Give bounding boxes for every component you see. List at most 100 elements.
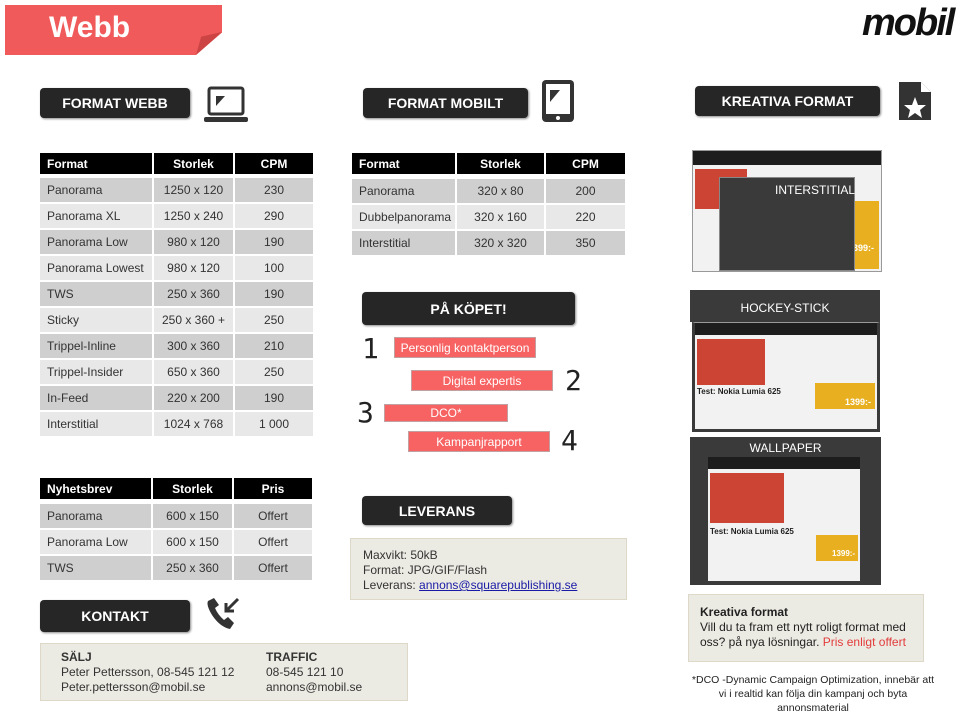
table-cell: Sticky — [40, 308, 152, 332]
table-cell: 190 — [235, 386, 313, 410]
table-cell: 320 x 160 — [457, 205, 544, 229]
table-cell: 650 x 360 — [154, 360, 233, 384]
table-cell: 210 — [235, 334, 313, 358]
table-cell: Panorama — [352, 179, 455, 203]
kontakt-heading: KONTAKT — [40, 600, 190, 632]
wallpaper-preview: WALLPAPER Test: Nokia Lumia 625 1399:- — [690, 437, 881, 585]
table-cell: 220 — [546, 205, 625, 229]
traffic-email[interactable]: annons@mobil.se — [266, 680, 362, 695]
contact-info: SÄLJ Peter Pettersson, 08-545 121 12 Pet… — [40, 643, 408, 701]
table-cell: 250 — [235, 360, 313, 384]
table-cell: In-Feed — [40, 386, 152, 410]
table-cell: Panorama — [40, 178, 152, 202]
table-cell: Panorama Lowest — [40, 256, 152, 280]
table-cell: 250 x 360 — [153, 556, 232, 580]
dco-footnote: *DCO -Dynamic Campaign Optimization, inn… — [691, 674, 935, 714]
sales-phone: Peter Pettersson, 08-545 121 12 — [61, 665, 235, 679]
table-cell: 980 x 120 — [154, 230, 233, 254]
table-row: Panorama 320 x 80 200 — [352, 179, 625, 203]
price-tag: 1399:- — [845, 397, 872, 407]
table-cell: 290 — [235, 204, 313, 228]
newsletter-rows: Panorama 600 x 150 Offert Panorama Low 600 x… — [38, 502, 314, 582]
table-cell: 250 x 360 — [154, 282, 233, 306]
col-header: CPM — [235, 153, 313, 174]
table-cell: Interstitial — [40, 412, 152, 436]
col-header: Storlek — [153, 478, 232, 499]
pa-kopet-heading: PÅ KÖPET! — [362, 292, 575, 325]
rgb-circles-icon — [540, 493, 573, 525]
col-header: Storlek — [154, 153, 233, 174]
table-cell: 980 x 120 — [154, 256, 233, 280]
table-cell: 250 — [235, 308, 313, 332]
extra-item: Kampanjrapport — [408, 431, 550, 452]
mobile-format-rows: Panorama 320 x 80 200 Dubbelpanorama 320 x 1… — [350, 177, 627, 257]
leverans-heading: LEVERANS — [362, 496, 512, 525]
col-header: Storlek — [457, 153, 544, 174]
table-cell: 320 x 320 — [457, 231, 544, 255]
tablet-icon — [542, 80, 574, 122]
table-cell: 200 — [546, 179, 625, 203]
table-cell: Offert — [234, 504, 312, 528]
phone-incoming-icon — [207, 597, 240, 629]
table-cell: 600 x 150 — [153, 504, 232, 528]
creative-info: Kreativa format Vill du ta fram ett nytt… — [688, 594, 924, 662]
sales-email[interactable]: Peter.pettersson@mobil.se — [61, 680, 234, 695]
creative-info-title: Kreativa format — [700, 605, 789, 619]
extra-number: 4 — [561, 424, 578, 457]
table-row: Panorama 1250 x 120 230 — [40, 178, 313, 202]
kreativa-format-heading: KREATIVA FORMAT — [695, 86, 880, 116]
col-header: Format — [40, 153, 152, 174]
hockey-stick-label: HOCKEY-STICK — [690, 290, 880, 322]
delivery-info: Maxvikt: 50kB Format: JPG/GIF/Flash Leve… — [350, 538, 627, 600]
wallpaper-label: WALLPAPER — [749, 441, 822, 455]
extra-item: DCO* — [384, 404, 508, 422]
table-cell: Panorama Low — [40, 230, 152, 254]
offer-text: Pris enligt offert — [822, 635, 906, 649]
delivery-label: Leverans: — [363, 578, 420, 592]
table-cell: Trippel-Insider — [40, 360, 152, 384]
table-row: Panorama XL 1250 x 240 290 — [40, 204, 313, 228]
laptop-icon — [204, 86, 248, 122]
mobile-format-table: Format Storlek CPM — [350, 151, 627, 176]
table-row: TWS 250 x 360 Offert — [40, 556, 312, 580]
table-cell: 190 — [235, 230, 313, 254]
col-header: CPM — [546, 153, 625, 174]
sales-title: SÄLJ — [61, 650, 92, 664]
table-cell: 100 — [235, 256, 313, 280]
table-cell: 1024 x 768 — [154, 412, 233, 436]
table-cell: Offert — [234, 556, 312, 580]
file-format: Format: JPG/GIF/Flash — [363, 563, 488, 577]
table-cell: 600 x 150 — [153, 530, 232, 554]
col-header: Format — [352, 153, 455, 174]
table-cell: Panorama — [40, 504, 151, 528]
interstitial-preview: 399:- INTERSTITIAL — [692, 150, 882, 272]
table-row: Sticky 250 x 360 +250 — [40, 308, 313, 332]
table-row: Panorama Low 980 x 120 190 — [40, 230, 313, 254]
star-document-icon — [899, 82, 931, 120]
table-cell: Interstitial — [352, 231, 455, 255]
extra-item: Personlig kontaktperson — [394, 337, 536, 358]
table-row: Trippel-Inline 300 x 360 210 — [40, 334, 313, 358]
delivery-email-link[interactable]: annons@squarepublishing.se — [419, 578, 577, 592]
table-cell: Panorama XL — [40, 204, 152, 228]
format-webb-heading: FORMAT WEBB — [40, 88, 190, 118]
table-cell: 250 x 360 + — [154, 308, 233, 332]
table-cell: Panorama Low — [40, 530, 151, 554]
table-row: Panorama 600 x 150 Offert — [40, 504, 312, 528]
extra-number: 2 — [565, 364, 582, 397]
page-title: Webb — [49, 11, 131, 44]
table-cell: 190 — [235, 282, 313, 306]
table-row: Panorama Low 600 x 150 Offert — [40, 530, 312, 554]
extra-item: Digital expertis — [411, 370, 553, 391]
table-cell: 300 x 360 — [154, 334, 233, 358]
table-cell: 220 x 200 — [154, 386, 233, 410]
table-row: Trippel-Insider 650 x 360 250 — [40, 360, 313, 384]
table-cell: 1250 x 240 — [154, 204, 233, 228]
format-mobilt-heading: FORMAT MOBILT — [363, 88, 528, 118]
table-cell: TWS — [40, 556, 151, 580]
col-header: Pris — [234, 478, 312, 499]
table-cell: TWS — [40, 282, 152, 306]
price-tag: 1399:- — [832, 549, 856, 558]
web-format-rows: Panorama 1250 x 120 230 Panorama XL 1250 x 2… — [38, 176, 315, 438]
header-banner: Webb — [5, 5, 222, 55]
